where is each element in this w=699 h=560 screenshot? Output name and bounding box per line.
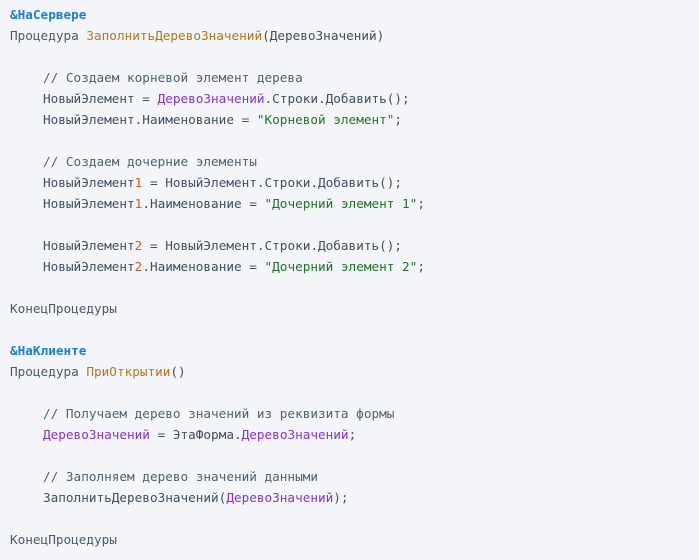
code-token-plain: ; [417, 196, 425, 211]
code-token-string: "Дочерний элемент 1" [264, 196, 418, 211]
code-token-keyword: Процедура [10, 28, 87, 43]
code-token-plain: = ЭтаФорма. [149, 427, 242, 442]
code-token-plain: НовыйЭлемент [43, 238, 135, 253]
code-line: Процедура ПриОткрытии() [10, 361, 699, 382]
code-token-plain: .Наименование = [142, 196, 265, 211]
code-line: НовыйЭлемент = ДеревоЗначений.Строки.Доб… [10, 88, 699, 109]
code-line: // Создаем дочерние элементы [10, 151, 699, 172]
code-token-comment: // Создаем дочерние элементы [43, 154, 257, 169]
code-token-func: ЗаполнитьДеревоЗначений [86, 28, 263, 43]
code-token-plain: НовыйЭлемент = [43, 91, 158, 106]
code-token-comment: // Получаем дерево значений из реквизита… [43, 406, 395, 421]
code-token-plain: .Строки.Добавить(); [264, 91, 410, 106]
code-token-plain: = НовыйЭлемент.Строки.Добавить(); [142, 175, 403, 190]
code-line: &НаСервере [10, 4, 699, 25]
code-block: &НаСервере Процедура ЗаполнитьДеревоЗначе… [0, 0, 699, 560]
code-token-plain: = НовыйЭлемент.Строки.Добавить(); [142, 238, 403, 253]
code-line: НовыйЭлемент2 = НовыйЭлемент.Строки.Доба… [10, 235, 699, 256]
code-token-plain: .Наименование = [142, 259, 265, 274]
code-token-var: ДеревоЗначений [226, 490, 334, 505]
code-token-plain: ; [394, 112, 403, 127]
code-token-directive: &НаКлиенте [10, 343, 87, 358]
code-line: Процедура ЗаполнитьДеревоЗначений(Дерево… [10, 25, 699, 46]
code-line: ЗаполнитьДеревоЗначений(ДеревоЗначений); [10, 487, 699, 508]
code-token-plain: НовыйЭлемент.Наименование = [43, 112, 257, 127]
code-token-plain: ; [417, 259, 425, 274]
code-token-plain: НовыйЭлемент [43, 259, 135, 274]
code-token-var: ДеревоЗначений [241, 427, 349, 442]
code-line: НовыйЭлемент2.Наименование = "Дочерний э… [10, 256, 699, 277]
code-token-var: ДеревоЗначений [43, 427, 150, 442]
code-token-plain: ЗаполнитьДеревоЗначений( [43, 490, 227, 505]
code-token-func: ПриОткрытии [86, 364, 171, 379]
code-token-plain: () [170, 364, 186, 379]
code-token-plain: ; [348, 427, 357, 442]
code-line: КонецПроцедуры [10, 298, 699, 319]
code-line: // Создаем корневой элемент дерева [10, 67, 699, 88]
code-token-comment: // Создаем корневой элемент дерева [43, 70, 303, 85]
code-line: НовыйЭлемент1 = НовыйЭлемент.Строки.Доба… [10, 172, 699, 193]
code-token-var: ДеревоЗначений [157, 91, 265, 106]
code-line: НовыйЭлемент.Наименование = "Корневой эл… [10, 109, 699, 130]
code-line: ДеревоЗначений = ЭтаФорма.ДеревоЗначений… [10, 424, 699, 445]
code-line: &НаКлиенте [10, 340, 699, 361]
code-line: КонецПроцедуры [10, 529, 699, 550]
code-token-string: "Корневой элемент" [256, 112, 395, 127]
code-token-directive: &НаСервере [10, 7, 87, 22]
code-token-keyword: КонецПроцедуры [10, 301, 117, 316]
code-line: // Заполняем дерево значений данными [10, 466, 699, 487]
code-token-keyword: КонецПроцедуры [10, 532, 117, 547]
code-token-plain: НовыйЭлемент [43, 175, 135, 190]
code-token-keyword: Процедура [10, 364, 87, 379]
code-token-comment: // Заполняем дерево значений данными [43, 469, 318, 484]
code-token-plain: ); [333, 490, 349, 505]
code-token-string: "Дочерний элемент 2" [264, 259, 418, 274]
code-token-plain: (ДеревоЗначений) [262, 28, 385, 43]
code-token-plain: НовыйЭлемент [43, 196, 135, 211]
code-line: НовыйЭлемент1.Наименование = "Дочерний э… [10, 193, 699, 214]
code-line: // Получаем дерево значений из реквизита… [10, 403, 699, 424]
